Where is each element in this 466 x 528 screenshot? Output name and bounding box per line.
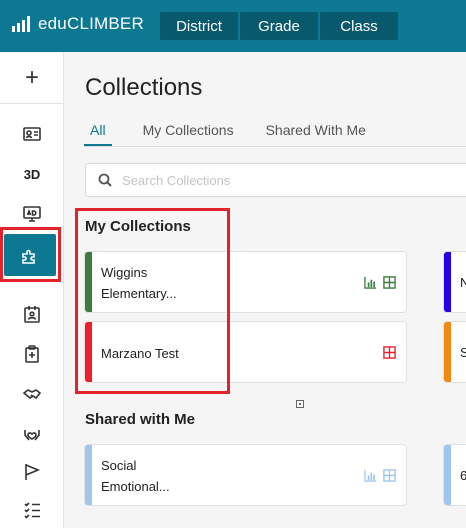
shared-with-me-heading: Shared with Me — [85, 411, 196, 428]
nav-grade[interactable]: Grade — [240, 12, 318, 40]
collection-tabs: All My Collections Shared With Me — [84, 122, 366, 146]
card-color-stripe — [444, 445, 451, 505]
bar-chart-icon[interactable] — [364, 276, 377, 289]
card-color-stripe — [85, 252, 92, 312]
card-title-line: Emotional... — [101, 479, 170, 494]
card-title-line: Elementary... — [101, 286, 177, 301]
card-title: N — [460, 275, 466, 290]
clipboard-plus-icon[interactable] — [0, 336, 64, 372]
tab-all[interactable]: All — [84, 122, 112, 146]
collection-card-edge-s[interactable]: S — [443, 321, 466, 383]
card-title: Wiggins Elementary... — [101, 262, 177, 304]
grid-icon[interactable] — [383, 346, 396, 359]
flag-icon[interactable] — [0, 454, 64, 490]
bar-chart-icon[interactable] — [364, 469, 377, 482]
logo-bars-icon — [12, 16, 30, 32]
tab-shared-with-me[interactable]: Shared With Me — [266, 122, 366, 146]
checklist-icon[interactable] — [0, 492, 64, 528]
collection-card-edge-6[interactable]: 6 — [443, 444, 466, 506]
heart-hands-icon[interactable] — [0, 416, 64, 452]
3d-text-icon[interactable]: 3D — [0, 156, 64, 192]
tabs-divider — [84, 146, 466, 147]
handshake-icon[interactable] — [0, 376, 64, 412]
app-title: eduCLIMBER — [38, 14, 144, 33]
card-color-stripe — [444, 322, 451, 382]
collection-card-social-emotional[interactable]: Social Emotional... — [84, 444, 407, 506]
collections-puzzle-icon[interactable] — [4, 234, 56, 276]
resize-handle-icon[interactable] — [296, 400, 304, 408]
scope-nav: District Grade Class — [160, 12, 398, 40]
calendar-person-icon[interactable] — [0, 296, 64, 332]
grid-icon[interactable] — [383, 469, 396, 482]
top-bar: eduCLIMBER District Grade Class — [0, 0, 466, 52]
card-title-line: Social — [101, 458, 137, 473]
card-color-stripe — [444, 252, 451, 312]
card-title: 6 — [460, 468, 466, 483]
add-button[interactable]: + — [0, 52, 64, 104]
card-title: Social Emotional... — [101, 455, 170, 497]
collection-card-edge-n[interactable]: N — [443, 251, 466, 313]
card-title: Marzano Test — [101, 346, 179, 361]
page-title: Collections — [85, 74, 203, 101]
nav-district[interactable]: District — [160, 12, 238, 40]
card-color-stripe — [85, 322, 92, 382]
sidebar: + 3D — [0, 52, 64, 528]
collection-card-marzano[interactable]: Marzano Test — [84, 321, 407, 383]
card-title: S — [460, 345, 466, 360]
id-card-icon[interactable] — [0, 116, 64, 152]
nav-class[interactable]: Class — [320, 12, 398, 40]
tab-my-collections[interactable]: My Collections — [143, 122, 234, 146]
collection-card-wiggins[interactable]: Wiggins Elementary... — [84, 251, 407, 313]
grid-icon[interactable] — [383, 276, 396, 289]
search-icon — [98, 173, 112, 187]
search-bar — [85, 163, 466, 197]
my-collections-heading: My Collections — [85, 218, 191, 235]
card-title-line: Wiggins — [101, 265, 148, 280]
app-logo[interactable]: eduCLIMBER — [12, 14, 144, 34]
card-color-stripe — [85, 445, 92, 505]
search-input[interactable] — [122, 172, 422, 188]
ad-screen-icon[interactable] — [0, 196, 64, 232]
